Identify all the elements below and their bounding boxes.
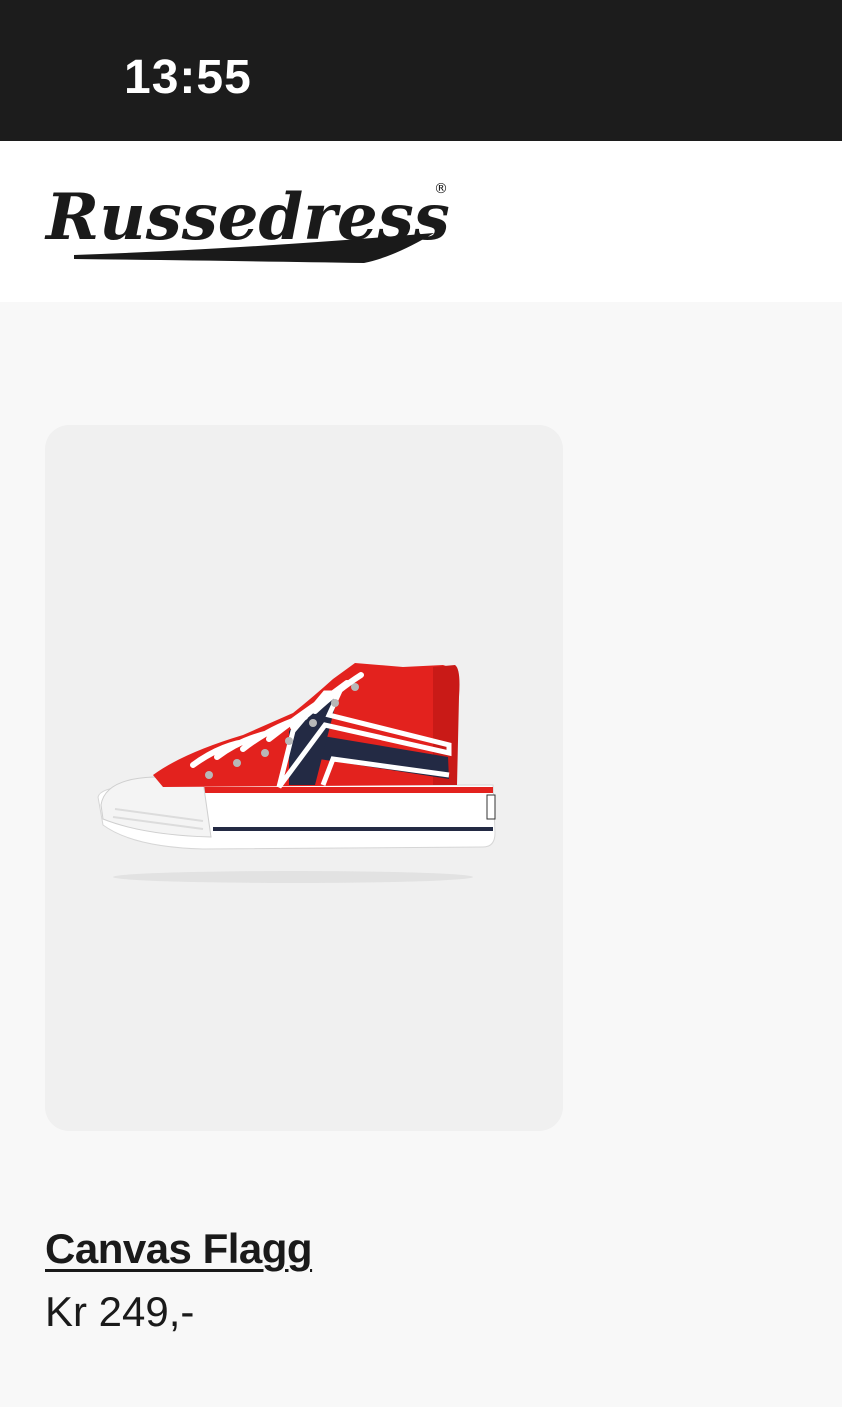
registered-mark: ® [434,181,448,197]
product-name-link[interactable]: Canvas Flagg [45,1224,313,1274]
status-bar: 13:55 [0,0,842,141]
product-card[interactable] [45,425,563,1131]
brand-logo[interactable]: Russedress ® [44,177,454,269]
sneaker-image-icon[interactable] [93,657,503,887]
product-price: Kr 249,- [45,1288,195,1335]
status-time: 13:55 [124,51,252,104]
product-grid: Canvas Flagg Kr 249,- [0,302,842,1407]
header: Russedress ® [0,141,842,302]
